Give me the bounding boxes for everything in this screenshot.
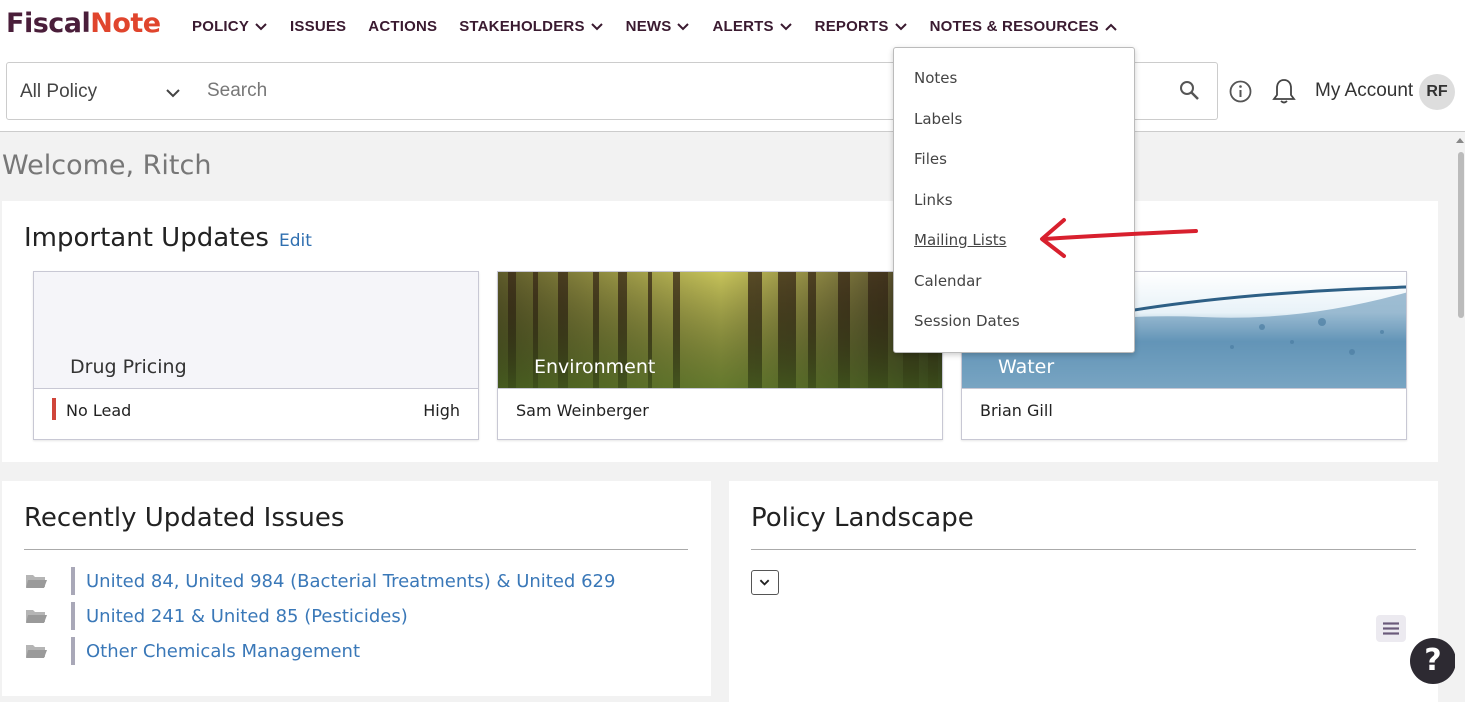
recent-issues-title: Recently Updated Issues: [24, 503, 345, 533]
nav-label: NEWS: [625, 18, 672, 35]
annotation-arrow-icon: [1040, 218, 1198, 258]
folder-icon: [25, 643, 47, 659]
card-footer: Brian Gill: [962, 388, 1406, 439]
chart-menu-icon[interactable]: [1376, 615, 1406, 642]
nav-label: STAKEHOLDERS: [459, 18, 585, 35]
list-item: United 84, United 984 (Bacterial Treatme…: [25, 567, 615, 595]
card-lead: Brian Gill: [980, 401, 1053, 420]
chevron-down-icon: [779, 20, 793, 34]
chevron-down-icon: [894, 20, 908, 34]
folder-icon: [25, 608, 47, 624]
avatar[interactable]: RF: [1419, 74, 1455, 110]
issue-card-environment[interactable]: Environment Sam Weinberger: [497, 271, 943, 440]
important-updates-title: Important Updates: [24, 223, 269, 253]
bell-icon[interactable]: [1269, 76, 1299, 106]
chevron-down-icon: [254, 20, 268, 34]
edit-link[interactable]: Edit: [279, 231, 312, 251]
main-nav: POLICY ISSUES ACTIONS STAKEHOLDERS NEWS …: [192, 18, 1140, 35]
nav-news[interactable]: NEWS: [626, 18, 691, 35]
scroll-up-arrow[interactable]: [1456, 136, 1464, 144]
top-navigation: FiscalNote POLICY ISSUES ACTIONS STAKEHO…: [0, 0, 1465, 56]
issue-indicator: [71, 602, 75, 630]
my-account-link[interactable]: My Account: [1315, 80, 1413, 102]
nav-issues[interactable]: ISSUES: [290, 18, 346, 35]
issue-card-drug-pricing[interactable]: Drug Pricing No Lead High: [33, 271, 479, 440]
nav-label: ALERTS: [712, 18, 774, 35]
scrollbar-thumb[interactable]: [1458, 152, 1464, 318]
search-icon[interactable]: [1179, 80, 1201, 102]
nav-label: POLICY: [192, 18, 250, 35]
nav-notes-resources[interactable]: NOTES & RESOURCES: [930, 18, 1118, 35]
card-title: Drug Pricing: [70, 356, 187, 378]
divider: [24, 549, 688, 550]
issue-indicator: [71, 637, 75, 665]
chevron-down-icon: [590, 20, 604, 34]
logo-part-1: Fiscal: [6, 8, 91, 39]
issue-link[interactable]: United 241 & United 85 (Pesticides): [86, 606, 408, 627]
menu-item-links[interactable]: Links: [914, 191, 953, 209]
card-title: Water: [998, 356, 1055, 378]
issue-link[interactable]: United 84, United 984 (Bacterial Treatme…: [86, 571, 615, 592]
nav-reports[interactable]: REPORTS: [815, 18, 908, 35]
fiscalnote-logo[interactable]: FiscalNote: [6, 8, 161, 39]
divider: [751, 549, 1416, 550]
nav-stakeholders[interactable]: STAKEHOLDERS: [459, 18, 603, 35]
search-scope-value: All Policy: [20, 81, 98, 102]
card-footer: Sam Weinberger: [498, 388, 942, 439]
info-icon[interactable]: [1229, 80, 1252, 103]
chevron-down-icon: [165, 85, 181, 101]
issue-link[interactable]: Other Chemicals Management: [86, 641, 360, 662]
menu-item-labels[interactable]: Labels: [914, 110, 962, 128]
priority-indicator: [52, 398, 56, 420]
policy-landscape-select[interactable]: [751, 570, 779, 595]
list-item: Other Chemicals Management: [25, 637, 360, 665]
policy-landscape-title: Policy Landscape: [751, 503, 974, 533]
card-lead: No Lead: [66, 401, 132, 420]
card-priority: High: [423, 401, 460, 420]
nav-label: ISSUES: [290, 18, 347, 35]
menu-item-session-dates[interactable]: Session Dates: [914, 312, 1020, 330]
nav-label: ACTIONS: [368, 18, 438, 35]
logo-part-2: Note: [90, 8, 161, 39]
card-lead: Sam Weinberger: [516, 401, 649, 420]
help-button[interactable]: ?: [1410, 638, 1456, 684]
nav-label: NOTES & RESOURCES: [929, 18, 1099, 35]
folder-icon: [25, 573, 47, 589]
search-scope-select[interactable]: All Policy: [6, 62, 194, 120]
chevron-up-icon: [1104, 20, 1118, 34]
chevron-down-icon: [759, 579, 770, 586]
welcome-heading: Welcome, Ritch: [2, 150, 212, 181]
menu-item-mailing-lists[interactable]: Mailing Lists: [914, 231, 1006, 249]
chevron-down-icon: [676, 20, 690, 34]
list-item: United 241 & United 85 (Pesticides): [25, 602, 408, 630]
card-footer: No Lead High: [34, 388, 478, 439]
menu-item-notes[interactable]: Notes: [914, 69, 957, 87]
card-title: Environment: [534, 356, 656, 378]
issue-indicator: [71, 567, 75, 595]
nav-label: REPORTS: [814, 18, 889, 35]
nav-alerts[interactable]: ALERTS: [712, 18, 792, 35]
menu-item-files[interactable]: Files: [914, 150, 947, 168]
nav-policy[interactable]: POLICY: [192, 18, 268, 35]
notes-resources-dropdown: Notes Labels Files Links Mailing Lists C…: [893, 47, 1135, 353]
menu-item-calendar[interactable]: Calendar: [914, 272, 981, 290]
nav-actions[interactable]: ACTIONS: [368, 18, 437, 35]
